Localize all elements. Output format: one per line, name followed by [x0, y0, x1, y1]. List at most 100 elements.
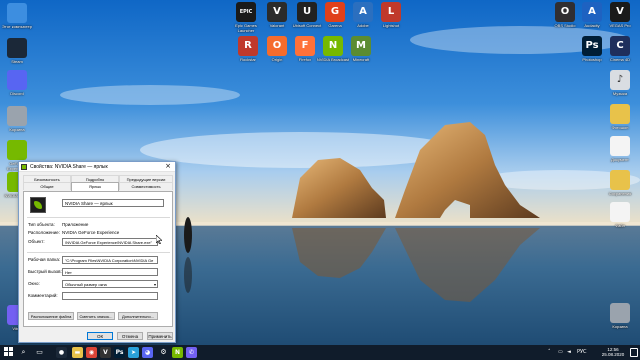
origin-icon: O	[267, 36, 287, 56]
desktop-icon-label: VEGAS Pro	[609, 23, 631, 28]
telegram-icon[interactable]: ➤	[128, 347, 139, 358]
audacity-icon: A	[582, 2, 602, 22]
minecraft-icon: M	[351, 36, 371, 56]
desktop-icon[interactable]: C Cinema 4D	[603, 36, 637, 62]
language-indicator[interactable]: РУС	[577, 348, 587, 357]
desktop-icon-label: Minecraft	[352, 57, 370, 62]
shortcut-key-label: Быстрый вызов:	[28, 269, 62, 274]
ubisoft-icon: U	[297, 2, 317, 22]
settings-icon[interactable]: ⚙	[158, 347, 169, 358]
shortcut-key-field[interactable]: Нет	[62, 268, 158, 276]
type-value: Приложение	[62, 222, 89, 227]
valorant-icon: V	[267, 2, 287, 22]
mouse-cursor-icon	[156, 235, 162, 244]
dialog-titlebar[interactable]: Свойства: NVIDIA Share — ярлык ×	[19, 162, 175, 172]
run-select[interactable]: Обычный размер окна ▾	[62, 280, 158, 288]
desktop-icon[interactable]: M Minecraft	[344, 36, 378, 62]
close-icon: ×	[165, 162, 171, 170]
desktop-icon[interactable]: Сохранения	[603, 170, 637, 196]
target-label: Объект:	[28, 239, 45, 244]
desktop-icon[interactable]: EPIC Epic Games Launcher	[229, 2, 263, 33]
steam-icon[interactable]: ●	[56, 347, 67, 358]
file-icon	[610, 202, 630, 222]
rockstar-icon: R	[238, 36, 258, 56]
desktop-icon[interactable]: ♪ Музыка	[603, 70, 637, 96]
desktop-icon-label: Discord	[10, 91, 24, 96]
desktop-icon-label: Epic Games Launcher	[235, 23, 257, 33]
photoshop-icon: Ps	[582, 36, 602, 56]
desktop-icon-label: Корзина	[612, 324, 628, 329]
chevron-down-icon: ▾	[153, 282, 156, 287]
desktop-icon-label: Lightshot	[382, 23, 400, 28]
garena-icon: G	[325, 2, 345, 22]
file-explorer-icon[interactable]: ▬	[72, 347, 83, 358]
dialog-title: Свойства: NVIDIA Share — ярлык	[30, 164, 108, 170]
desktop-icon[interactable]: Фотошоп	[603, 104, 637, 130]
desktop-icon[interactable]: L Lightshot	[374, 2, 408, 28]
desktop-icon-label: Valorant	[269, 23, 285, 28]
location-label: Расположение:	[28, 230, 60, 235]
advanced-button[interactable]: Дополнительно...	[118, 312, 158, 320]
adobe-icon: A	[353, 2, 373, 22]
chrome-icon[interactable]: ◉	[86, 347, 97, 358]
recycle-bin-icon	[610, 303, 630, 323]
search-icon[interactable]: ⌕	[18, 347, 29, 358]
volume-icon[interactable]: ◄	[567, 348, 571, 357]
notifications-icon[interactable]	[630, 348, 638, 357]
folder-icon	[610, 170, 630, 190]
desktop-icon-label: Этот компьютер	[2, 24, 32, 29]
steam-icon	[7, 38, 27, 58]
desktop-icon[interactable]: Корзина	[603, 303, 637, 329]
desktop-icon-label: Steam	[11, 59, 23, 64]
change-icon-button[interactable]: Сменить значок...	[77, 312, 115, 320]
computer-icon	[7, 3, 27, 23]
tab-compatibility[interactable]: Совместимость	[119, 182, 173, 190]
dialog-tabs: Безопасность Подробно Предыдущие версии …	[23, 175, 173, 191]
tab-shortcut[interactable]: Ярлык	[71, 182, 119, 191]
location-value: NVIDIA GeForce Experience	[62, 230, 120, 235]
nvidia-icon	[7, 140, 27, 160]
desktop-icon-label: Файл	[615, 223, 625, 228]
lightshot-icon: L	[381, 2, 401, 22]
clock-date[interactable]: 25.08.2020	[598, 352, 628, 357]
target-field[interactable]: \NVIDIA GeForce Experience\NVIDIA Share.…	[62, 238, 158, 246]
viber-icon[interactable]: ✆	[186, 347, 197, 358]
desktop-icon[interactable]: V Valorant	[260, 2, 294, 28]
document-icon	[610, 136, 630, 156]
comment-field[interactable]	[62, 292, 158, 300]
desktop-icon[interactable]: Файл	[603, 202, 637, 228]
windows-start-icon	[4, 347, 13, 356]
photoshop-icon[interactable]: Ps	[114, 347, 125, 358]
run-select-value: Обычный размер окна	[65, 282, 107, 287]
recycle-bin-icon	[7, 106, 27, 126]
task-view-icon[interactable]: ▭	[34, 347, 45, 358]
desktop-icon[interactable]: Этот компьютер	[0, 3, 34, 29]
open-file-location-button[interactable]: Расположение файла	[28, 312, 74, 320]
start-in-label: Рабочая папка:	[28, 257, 61, 262]
vegas-icon[interactable]: V	[100, 347, 111, 358]
nvidia-icon[interactable]: N	[172, 347, 183, 358]
desktop-icon-label: Документ	[611, 157, 629, 162]
start-button[interactable]	[3, 347, 14, 358]
start-in-field[interactable]: "C:\Program Files\NVIDIA Corporation\NVI…	[62, 256, 158, 264]
network-icon[interactable]: ▭	[558, 348, 563, 357]
discord-icon[interactable]: ◕	[142, 347, 153, 358]
desktop-icon[interactable]: Документ	[603, 136, 637, 162]
ok-button[interactable]: ОК	[87, 332, 113, 340]
desktop-icon[interactable]: V VEGAS Pro	[603, 2, 637, 28]
desktop-icon-label: Корзина	[9, 127, 25, 132]
apply-button[interactable]: Применить	[147, 332, 173, 340]
shortcut-name-field[interactable]: NVIDIA Share — ярлык	[62, 199, 164, 207]
tab-general[interactable]: Общие	[23, 182, 71, 190]
type-label: Тип объекта:	[28, 222, 55, 227]
tray-chevron-icon[interactable]: ˄	[548, 348, 551, 357]
desktop-icon[interactable]: Discord	[0, 70, 34, 96]
desktop-icon[interactable]: Корзина	[0, 106, 34, 132]
desktop-icon[interactable]: Steam	[0, 38, 34, 64]
vegas-icon: V	[610, 2, 630, 22]
cancel-button[interactable]: Отмена	[117, 332, 143, 340]
nvidia-share-icon	[21, 164, 27, 170]
desktop-icon-label: Фотошоп	[611, 125, 629, 130]
close-button[interactable]: ×	[162, 162, 174, 171]
folder-icon	[610, 104, 630, 124]
